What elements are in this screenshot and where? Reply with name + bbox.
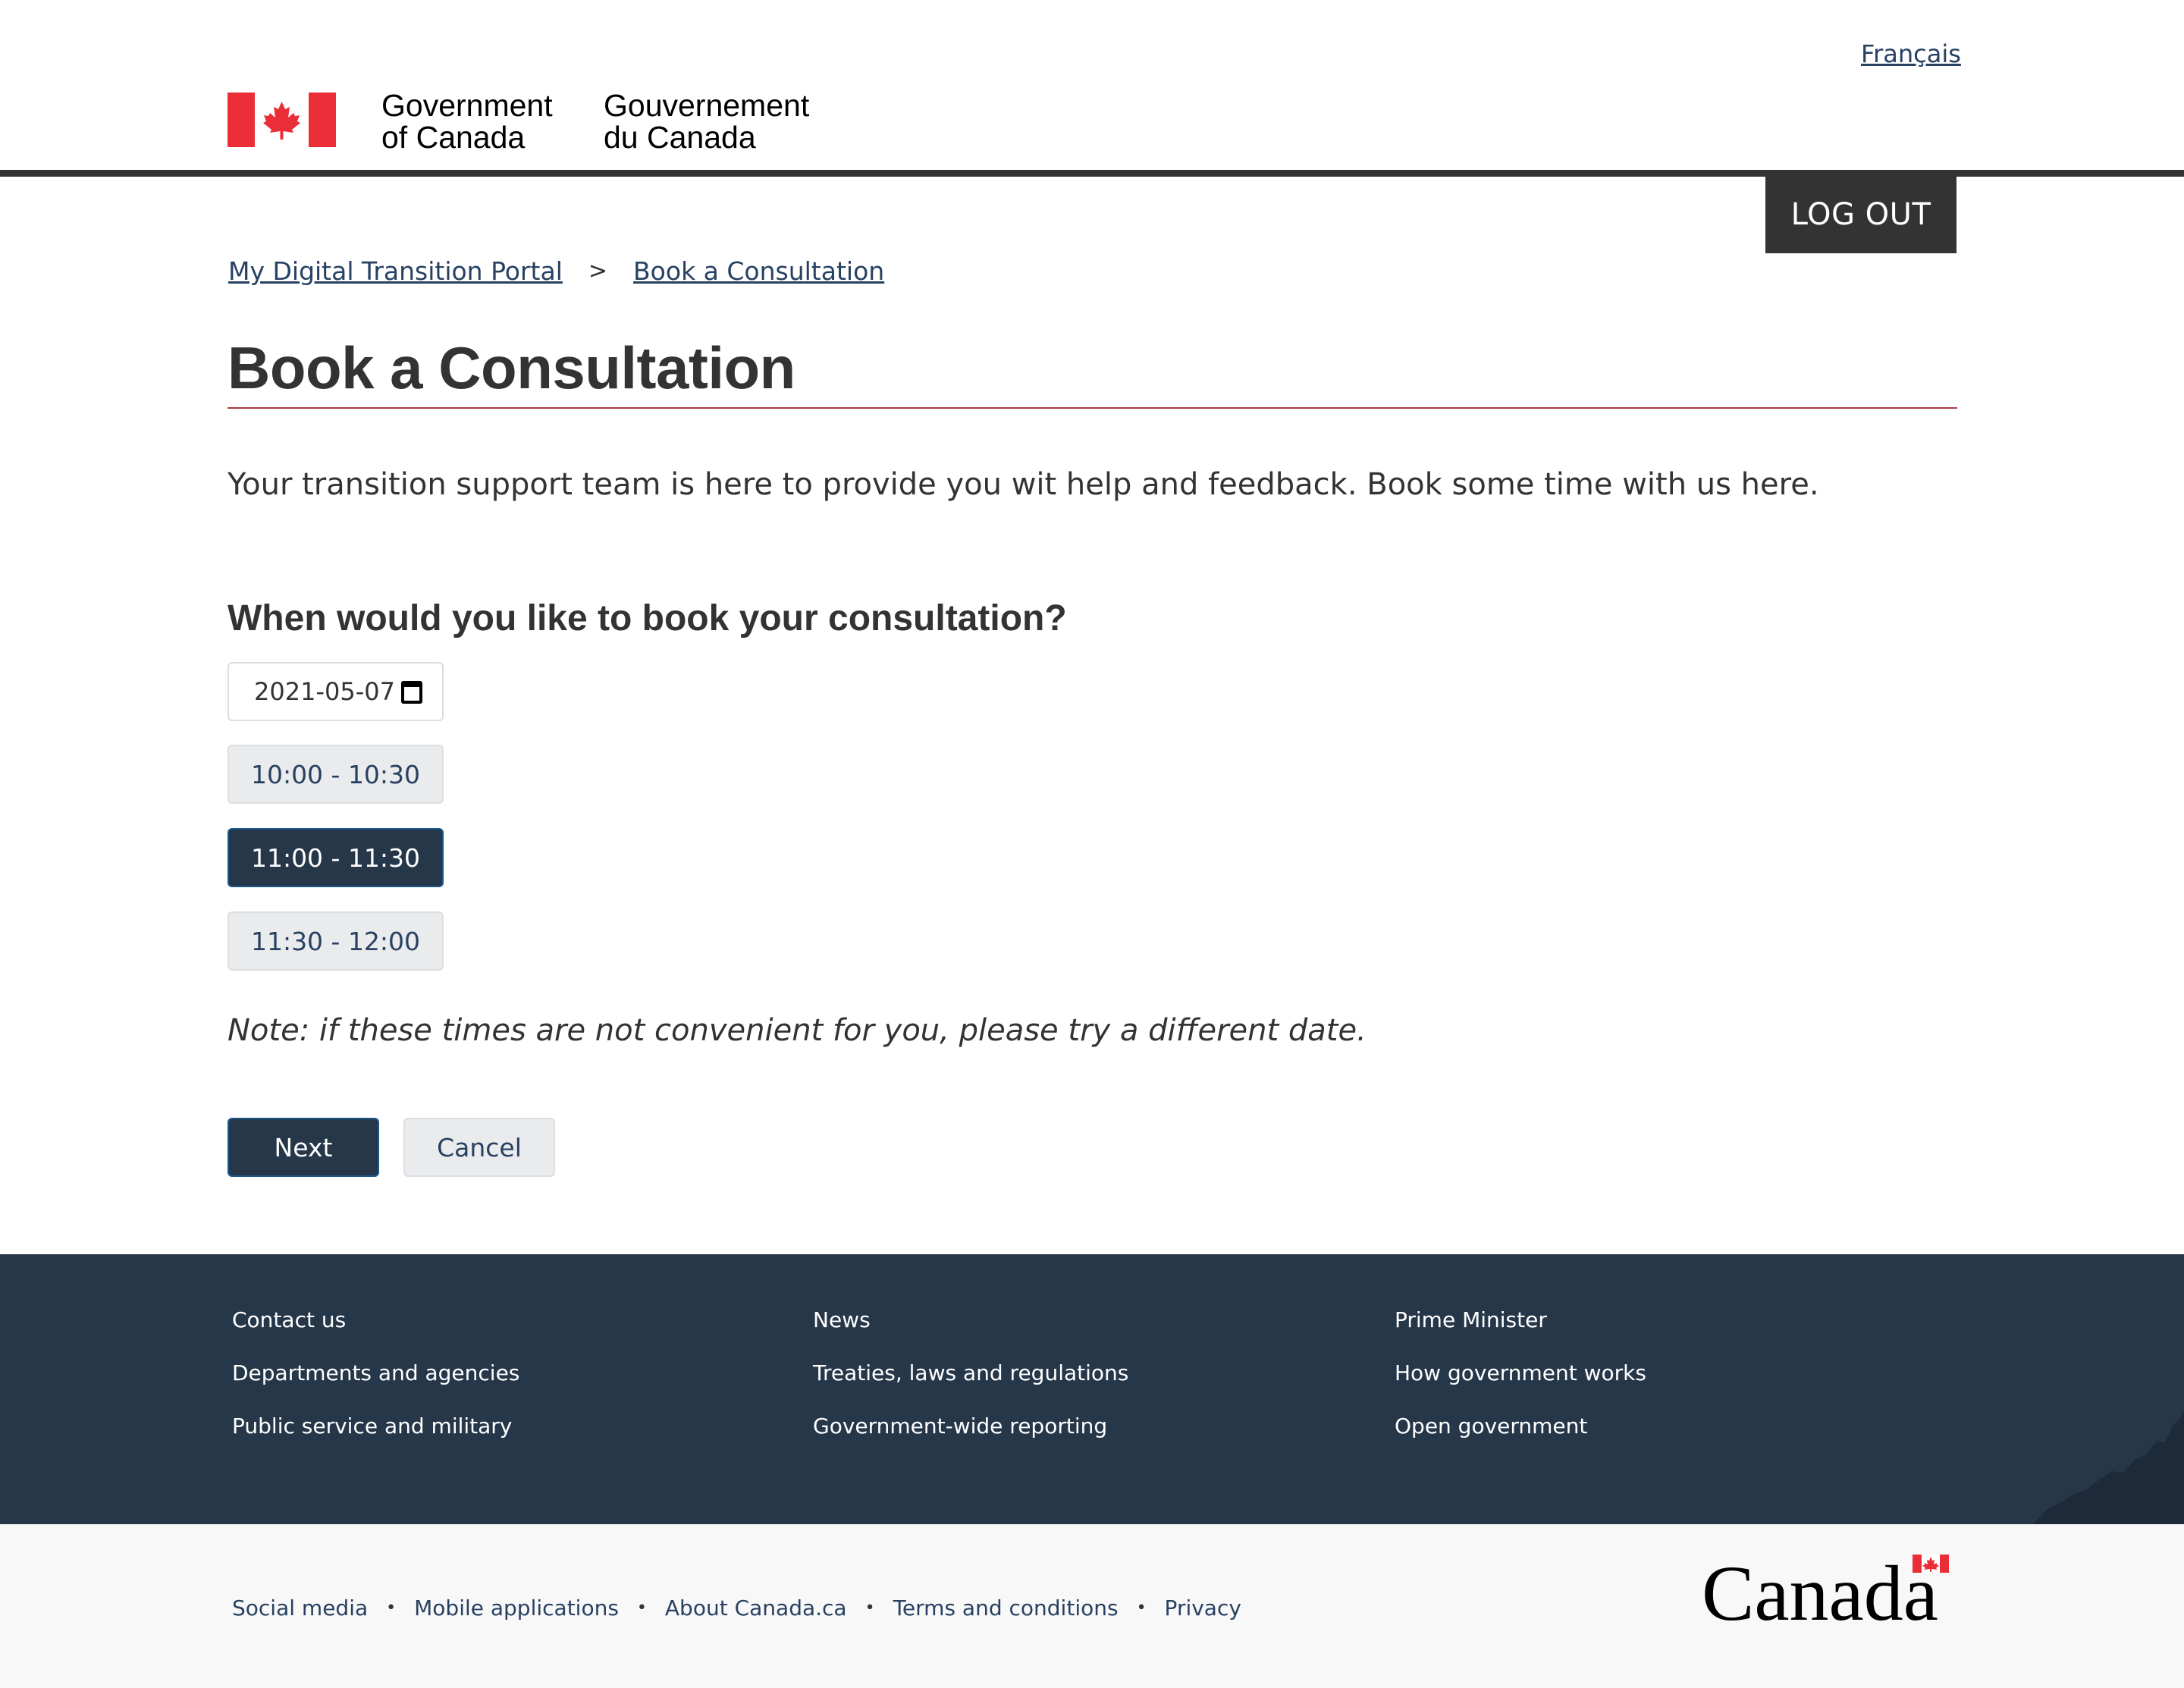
intro-text: Your transition support team is here to … <box>228 467 1819 502</box>
time-slot-button[interactable]: 10:00 - 10:30 <box>228 745 444 804</box>
time-slot-button[interactable]: 11:30 - 12:00 <box>228 911 444 971</box>
date-value: 2021-05-07 <box>254 677 395 706</box>
footer-sub-link-about[interactable]: About Canada.ca <box>665 1595 847 1621</box>
cancel-button[interactable]: Cancel <box>403 1118 555 1177</box>
note-text: Note: if these times are not convenient … <box>228 1013 1367 1048</box>
footer-link-public-service[interactable]: Public service and military <box>232 1413 512 1439</box>
signature-french: Gouvernement du Canada <box>604 89 809 153</box>
language-toggle-link[interactable]: Français <box>1861 39 1961 68</box>
breadcrumb-item-portal[interactable]: My Digital Transition Portal <box>228 256 563 286</box>
footer-link-reporting[interactable]: Government-wide reporting <box>813 1413 1107 1439</box>
booking-question: When would you like to book your consult… <box>228 598 1067 638</box>
footer-link-how-gov-works[interactable]: How government works <box>1395 1360 1646 1385</box>
footer-sub-link-mobile-apps[interactable]: Mobile applications <box>414 1595 619 1621</box>
separator-dot: • <box>386 1599 397 1617</box>
footer-sub-link-social-media[interactable]: Social media <box>232 1595 368 1621</box>
canada-flag-icon <box>228 93 336 147</box>
footer-sub-link-privacy[interactable]: Privacy <box>1165 1595 1241 1621</box>
signature-fr-line1: Gouvernement <box>604 88 810 123</box>
footer-sub: Social media • Mobile applications • Abo… <box>0 1524 2184 1688</box>
logout-button[interactable]: LOG OUT <box>1765 176 1956 253</box>
breadcrumb-item-book-consultation[interactable]: Book a Consultation <box>633 256 884 286</box>
landscape-illustration <box>2032 1410 2184 1524</box>
date-input[interactable]: 2021-05-07 <box>228 662 444 721</box>
canada-wordmark-logo: Canada <box>1702 1553 1949 1629</box>
signature-english: Government of Canada <box>381 89 553 153</box>
footer-link-treaties[interactable]: Treaties, laws and regulations <box>813 1360 1128 1385</box>
footer-main: Contact us Departments and agencies Publ… <box>0 1254 2184 1524</box>
footer-link-departments[interactable]: Departments and agencies <box>232 1360 519 1385</box>
calendar-icon[interactable] <box>401 681 422 704</box>
footer-link-news[interactable]: News <box>813 1307 871 1332</box>
footer-link-contact-us[interactable]: Contact us <box>232 1307 346 1332</box>
time-slot-button-selected[interactable]: 11:00 - 11:30 <box>228 828 444 887</box>
breadcrumb-separator: > <box>588 258 608 284</box>
next-button[interactable]: Next <box>228 1118 379 1177</box>
footer-sub-links: Social media • Mobile applications • Abo… <box>232 1595 1241 1621</box>
separator-dot: • <box>864 1599 875 1617</box>
separator-dot: • <box>636 1599 647 1617</box>
title-underline <box>228 407 1957 409</box>
footer-link-prime-minister[interactable]: Prime Minister <box>1395 1307 1547 1332</box>
canada-wordmark-text: Canada <box>1702 1553 1938 1629</box>
signature-en-line1: Government <box>381 88 553 123</box>
signature-fr-line2: du Canada <box>604 120 756 155</box>
separator-dot: • <box>1136 1599 1147 1617</box>
signature-en-line2: of Canada <box>381 120 526 155</box>
page-title: Book a Consultation <box>228 334 795 401</box>
footer-sub-link-terms[interactable]: Terms and conditions <box>893 1595 1119 1621</box>
footer-link-open-government[interactable]: Open government <box>1395 1413 1587 1439</box>
breadcrumb: My Digital Transition Portal > Book a Co… <box>228 256 884 286</box>
